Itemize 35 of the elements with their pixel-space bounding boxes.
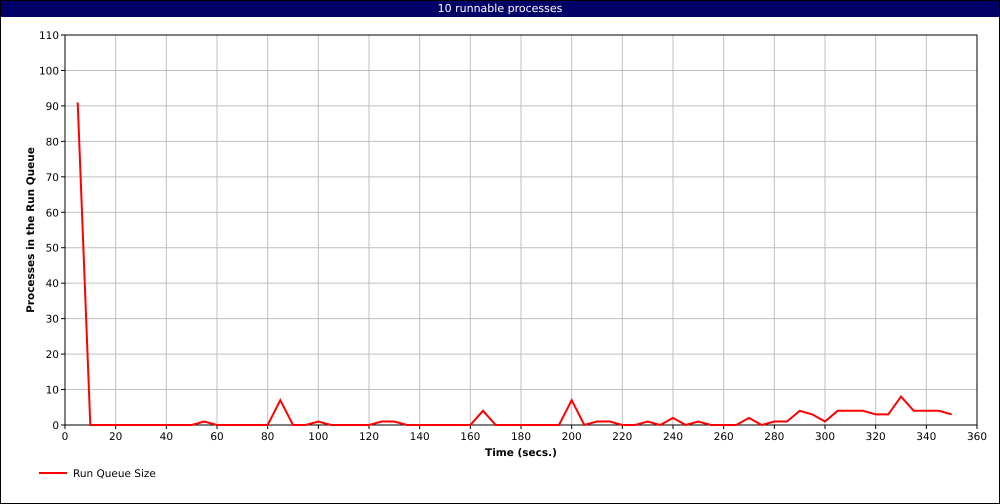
y-tick-label: 80 <box>46 136 59 148</box>
y-tick-label: 60 <box>46 207 59 220</box>
x-tick-label: 160 <box>460 431 480 443</box>
x-tick-label: 100 <box>308 431 328 443</box>
x-axis-title: Time (secs.) <box>485 447 557 459</box>
y-axis-title: Processes in the Run Queue <box>25 147 37 313</box>
y-tick-label: 10 <box>46 384 59 397</box>
x-tick-label: 340 <box>916 431 936 443</box>
y-tick-label: 30 <box>46 314 59 326</box>
y-tick-label: 70 <box>46 172 59 184</box>
y-tick-label: 50 <box>46 242 59 255</box>
x-tick-label: 120 <box>358 431 380 443</box>
x-tick-label: 280 <box>764 431 784 443</box>
window-title: 10 runnable processes <box>1 1 999 17</box>
x-tick-label: 220 <box>612 431 632 443</box>
y-tick-label: 0 <box>52 420 59 432</box>
x-tick-label: 320 <box>866 431 886 443</box>
x-tick-label: 260 <box>714 431 734 443</box>
y-tick-label: 110 <box>38 30 59 42</box>
y-tick-label: 90 <box>46 100 59 113</box>
x-tick-label: 80 <box>260 431 274 443</box>
x-tick-label: 360 <box>966 431 988 443</box>
x-tick-label: 240 <box>662 431 684 443</box>
x-tick-label: 0 <box>62 431 68 443</box>
x-tick-label: 300 <box>814 431 836 443</box>
x-tick-label: 200 <box>562 431 582 443</box>
x-tick-label: 180 <box>510 431 532 443</box>
x-tick-label: 40 <box>160 431 174 443</box>
y-tick-label: 40 <box>46 278 59 290</box>
y-tick-label: 20 <box>46 349 59 362</box>
x-tick-label: 20 <box>108 431 122 443</box>
x-tick-label: 140 <box>410 431 430 443</box>
x-tick-label: 60 <box>210 431 224 443</box>
legend-label: Run Queue Size <box>73 468 156 480</box>
y-tick-label: 100 <box>38 65 59 78</box>
